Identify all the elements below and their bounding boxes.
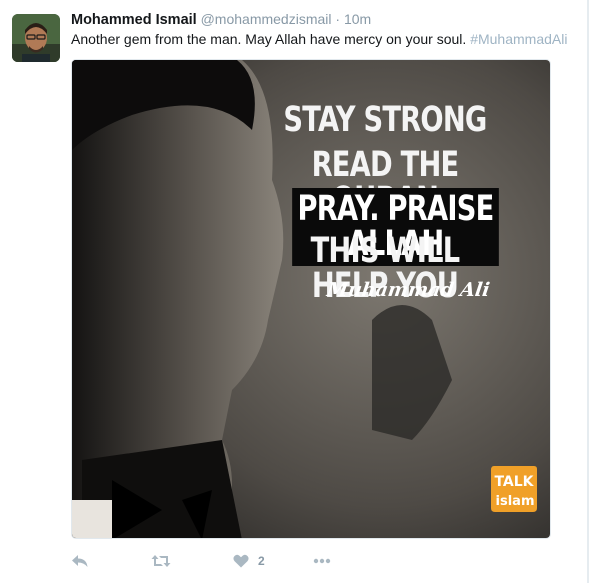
more-icon [313, 558, 331, 564]
image-line-1: STAY STRONG [283, 100, 487, 140]
timestamp[interactable]: 10m [344, 11, 371, 27]
tweet-actions: 2 [71, 551, 541, 571]
logo-text-top: TALK [494, 474, 534, 490]
tweet-text: Another gem from the man. May Allah have… [71, 31, 567, 47]
tweet-header: Mohammed Ismail @mohammedzismail · 10m [71, 11, 371, 28]
user-handle[interactable]: @mohammedzismail [201, 11, 332, 27]
talk-islam-logo: TALK islam [491, 466, 537, 512]
tweet-card: Mohammed Ismail @mohammedzismail · 10m A… [0, 0, 589, 583]
avatar[interactable] [12, 14, 60, 62]
more-button[interactable] [313, 551, 331, 571]
logo-text-bottom: islam [496, 494, 535, 509]
reply-button[interactable] [71, 551, 89, 571]
separator: · [335, 11, 341, 27]
tweet-image[interactable]: STAY STRONG READ THE QURAN PRAY. PRAISE … [71, 59, 551, 539]
retweet-button[interactable] [151, 551, 171, 571]
display-name[interactable]: Mohammed Ismail [71, 12, 197, 28]
like-count: 2 [258, 554, 265, 568]
like-button[interactable]: 2 [233, 551, 265, 571]
like-icon [233, 554, 249, 568]
reply-icon [72, 555, 88, 567]
retweet-icon [151, 555, 171, 567]
hashtag-link[interactable]: #MuhammadAli [470, 31, 567, 47]
tweet-body: Another gem from the man. May Allah have… [71, 31, 467, 47]
image-signature: Muhammad Ali [325, 279, 492, 301]
